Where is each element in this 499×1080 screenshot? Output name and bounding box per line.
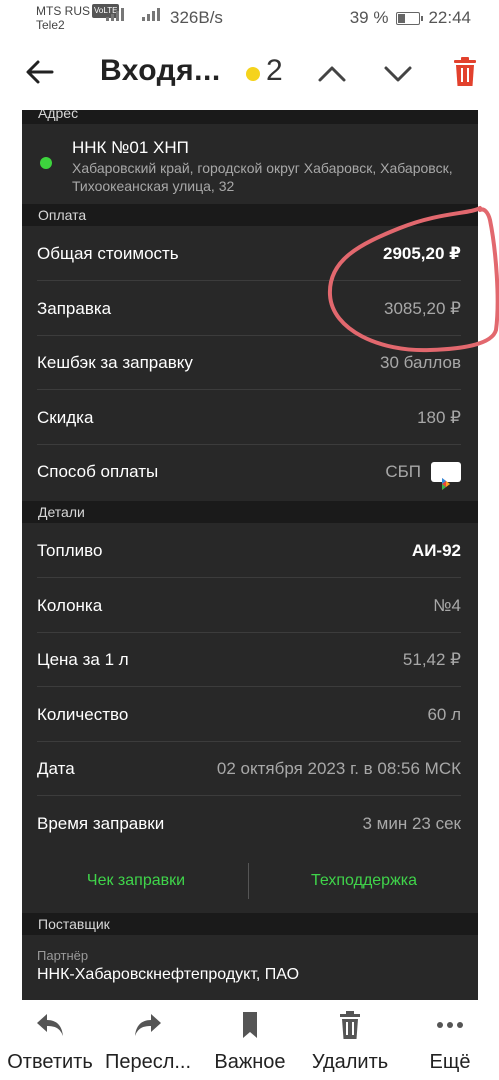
details-fuel-row: Топливо АИ-92: [22, 524, 478, 578]
details-date-row: Дата 02 октября 2023 г. в 08:56 МСК: [22, 742, 478, 796]
row-label: Кешбэк за заправку: [37, 353, 193, 372]
payment-fuel-row: Заправка 3085,20 ₽: [22, 282, 478, 336]
trash-icon: [340, 1011, 360, 1039]
row-value: 60 л: [427, 705, 461, 724]
reply-label: Ответить: [7, 1051, 93, 1073]
unread-count: 2: [266, 54, 283, 87]
row-label: Дата: [37, 759, 75, 778]
forward-icon: [135, 1014, 161, 1036]
row-value: 51,42 ₽: [402, 650, 461, 669]
section-address: Адрес: [22, 110, 478, 124]
folder-title: Входя...: [100, 54, 221, 87]
details-pump-row: Колонка №4: [22, 579, 478, 633]
signal-icon-2: [142, 8, 160, 21]
row-label: Общая стоимость: [37, 244, 179, 263]
details-duration-row: Время заправки 3 мин 23 сек: [22, 797, 478, 851]
section-payment: Оплата: [22, 204, 478, 226]
receipt-panel: Адрес ННК №01 ХНП Хабаровский край, горо…: [22, 110, 478, 1000]
important-label: Важное: [214, 1051, 286, 1073]
app-bar: Входя... 2: [0, 36, 499, 110]
more-label: Ещё: [429, 1051, 471, 1073]
support-link[interactable]: Техподдержка: [250, 855, 478, 907]
partner-label: Партнёр: [37, 948, 89, 963]
partner-name: ННК-Хабаровскнефтепродукт, ПАО: [37, 966, 300, 983]
row-value: 180 ₽: [417, 408, 461, 427]
row-value: 30 баллов: [380, 353, 461, 372]
forward-label: Пересл...: [104, 1051, 192, 1073]
row-label: Количество: [37, 705, 129, 724]
reply-button[interactable]: Ответить: [4, 1010, 96, 1074]
clock: 22:44: [428, 8, 471, 27]
row-value: №4: [433, 596, 461, 615]
row-value: 2905,20 ₽: [382, 244, 461, 263]
details-price-row: Цена за 1 л 51,42 ₽: [22, 633, 478, 687]
details-quantity-row: Количество 60 л: [22, 688, 478, 742]
row-label: Скидка: [37, 408, 94, 427]
row-label: Топливо: [37, 541, 103, 560]
battery-icon: [396, 11, 424, 25]
next-message-icon[interactable]: [382, 58, 414, 90]
reply-icon: [37, 1014, 63, 1036]
battery-percent: 39 %: [349, 8, 389, 27]
section-supplier: Поставщик: [22, 913, 478, 935]
row-value: 3 мин 23 сек: [362, 814, 462, 833]
signal-icon: [106, 8, 124, 21]
row-label: Колонка: [37, 596, 103, 615]
payment-discount-row: Скидка 180 ₽: [22, 391, 478, 445]
row-value: 3085,20 ₽: [384, 299, 461, 318]
back-arrow-icon[interactable]: [24, 56, 56, 88]
bookmark-icon: [243, 1012, 257, 1038]
status-bar: MTS RUS VoLTE Tele2 326B/s 39 % 22:44: [0, 0, 499, 36]
row-label: Заправка: [37, 299, 112, 318]
row-value: СБП: [385, 462, 421, 481]
row-value: 02 октября 2023 г. в 08:56 МСК: [216, 759, 461, 778]
status-dot-icon: [40, 157, 52, 169]
section-details: Детали: [22, 501, 478, 523]
row-label: Способ оплаты: [37, 462, 159, 481]
carrier-1: MTS RUS: [36, 4, 90, 18]
station-address: Хабаровский край, городской округ Хабаро…: [72, 160, 453, 194]
network-speed: 326B/s: [170, 8, 223, 27]
important-button[interactable]: Важное: [206, 1010, 294, 1074]
row-value: АИ-92: [411, 541, 461, 560]
payment-cashback-row: Кешбэк за заправку 30 баллов: [22, 336, 478, 390]
station-name: ННК №01 ХНП: [72, 138, 189, 157]
unread-dot-icon: [246, 67, 260, 81]
more-button[interactable]: Ещё: [418, 1010, 482, 1074]
payment-total-row: Общая стоимость 2905,20 ₽: [22, 227, 478, 281]
more-dots-icon: [437, 1022, 463, 1028]
row-label: Время заправки: [37, 814, 165, 833]
delete-label: Удалить: [311, 1051, 389, 1073]
trash-icon[interactable]: [452, 56, 478, 88]
action-links: Чек заправки Техподдержка: [22, 855, 478, 907]
previous-message-icon[interactable]: [316, 58, 348, 90]
bottom-action-bar: Ответить Пересл... Важное Удалить Ещё: [0, 1000, 499, 1080]
forward-button[interactable]: Пересл...: [100, 1010, 196, 1074]
delete-button[interactable]: Удалить: [304, 1010, 396, 1074]
payment-method-row: Способ оплаты СБП: [22, 445, 478, 499]
receipt-link[interactable]: Чек заправки: [22, 855, 250, 907]
row-label: Цена за 1 л: [37, 650, 129, 669]
sbp-logo-icon: [431, 462, 461, 490]
